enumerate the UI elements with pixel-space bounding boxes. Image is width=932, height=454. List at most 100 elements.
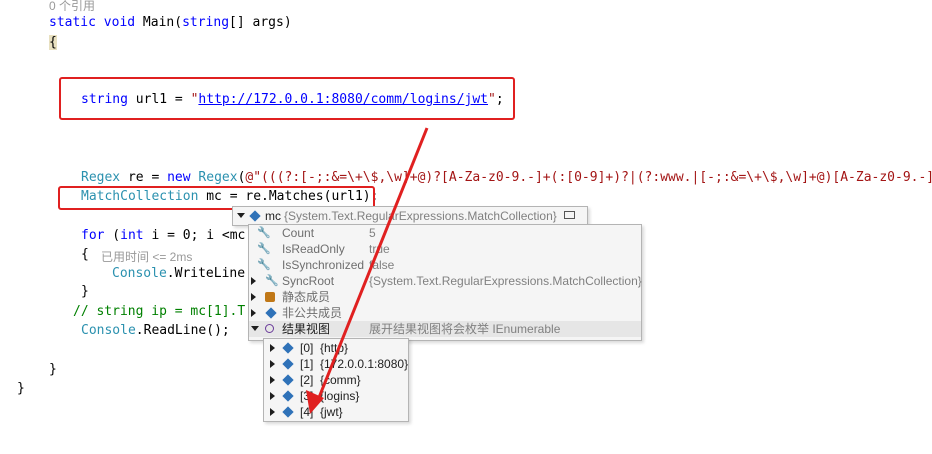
code-line-comment[interactable]: // string ip = mc[1].T (73, 304, 245, 320)
result-value: {http} (320, 341, 349, 355)
datatip-header[interactable]: mc {System.Text.RegularExpressions.Match… (232, 206, 588, 226)
result-index: [3] (300, 389, 314, 403)
match-object-icon (282, 406, 294, 418)
code-text: [] args) (229, 15, 292, 30)
member-row-issynchronized[interactable]: 🔧 IsSynchronized false (249, 257, 641, 273)
results-view-icon (265, 324, 274, 333)
member-name: SyncRoot (282, 274, 335, 288)
member-name: 非公共成员 (282, 306, 343, 320)
type-name: Console (81, 323, 136, 338)
wrench-icon: 🔧 (257, 227, 271, 239)
result-item[interactable]: [0] {http} (264, 340, 408, 356)
keyword: int (120, 228, 144, 243)
member-name: 结果视图 (282, 322, 331, 336)
regex-string: @"(((?:[-;:&=\+\$,\w]+@)?[A-Za-z0-9.-]+(… (245, 170, 932, 185)
member-name: 静态成员 (282, 290, 331, 304)
result-item[interactable]: [2] {comm} (264, 372, 408, 388)
member-row-nonpublic[interactable]: 非公共成员 (249, 305, 641, 321)
collapse-icon[interactable] (251, 326, 259, 331)
code-text: } (81, 284, 89, 299)
brace-highlight: { (49, 35, 57, 50)
annotation-box-url (59, 77, 515, 120)
code-line-main[interactable]: static void Main(string[] args) (49, 15, 292, 31)
match-object-icon (282, 342, 294, 354)
member-name: IsSynchronized (282, 258, 365, 272)
keyword: static void (49, 15, 136, 30)
result-index: [0] (300, 341, 314, 355)
result-value: {jwt} (320, 405, 343, 419)
code-line-open-brace[interactable]: { (49, 35, 57, 51)
type-name: Regex (198, 170, 238, 185)
code-line-brace2[interactable]: { (81, 247, 89, 263)
code-line-close1[interactable]: } (81, 284, 89, 300)
comment: // string ip = mc[1].T (73, 304, 246, 319)
codelens-references[interactable]: 0 个引用 (49, 0, 95, 14)
result-item[interactable]: [3] {logins} (264, 388, 408, 404)
results-view-list: [0] {http} [1] {172.0.0.1:8080} [2] {com… (263, 338, 409, 422)
code-text: i = 0; i <mc (143, 228, 246, 243)
result-value: {logins} (320, 389, 360, 403)
perftip-elapsed[interactable]: 已用时间 <= 2ms (101, 248, 192, 265)
code-line-for[interactable]: for (int i = 0; i <mc (81, 228, 245, 244)
member-row-static[interactable]: 静态成员 (249, 289, 641, 305)
member-value: false (369, 258, 395, 272)
member-row-syncroot[interactable]: 🔧 SyncRoot {System.Text.RegularExpressio… (249, 273, 642, 289)
static-members-icon (265, 292, 275, 302)
code-text: Main( (135, 15, 183, 30)
member-value: 5 (369, 226, 376, 240)
wrench-icon: 🔧 (257, 259, 271, 271)
member-row-count[interactable]: 🔧 Count 5 (249, 225, 641, 241)
member-value: {System.Text.RegularExpressions.MatchCol… (369, 274, 642, 288)
expand-icon[interactable] (270, 392, 275, 400)
code-line-regex[interactable]: Regex re = new Regex(@"(((?:[-;:&=\+\$,\… (81, 170, 932, 186)
code-text: ( (104, 228, 121, 243)
member-row-isreadonly[interactable]: 🔧 IsReadOnly true (249, 241, 641, 257)
code-text: } (17, 381, 25, 396)
code-line-readline[interactable]: Console.ReadLine(); (81, 323, 230, 339)
result-item[interactable]: [1] {172.0.0.1:8080} (264, 356, 408, 372)
type-name: Regex (81, 170, 121, 185)
code-line-close2[interactable]: } (49, 362, 57, 378)
code-text: re = (120, 170, 168, 185)
keyword: string (182, 15, 230, 30)
code-text: .ReadLine(); (135, 323, 230, 338)
code-text: } (49, 362, 57, 377)
match-object-icon (282, 390, 294, 402)
expand-icon[interactable] (270, 344, 275, 352)
result-index: [2] (300, 373, 314, 387)
member-value: 展开结果视图将会枚举 IEnumerable (369, 322, 561, 336)
expand-icon[interactable] (270, 376, 275, 384)
expand-icon[interactable] (251, 277, 256, 285)
keyword: new (167, 170, 191, 185)
expand-icon[interactable] (270, 360, 275, 368)
member-name: IsReadOnly (282, 242, 345, 256)
expand-icon[interactable] (251, 309, 256, 317)
code-text: .WriteLine (166, 266, 246, 281)
result-value: {172.0.0.1:8080} (320, 357, 409, 371)
variable-icon (249, 210, 261, 222)
wrench-icon: 🔧 (265, 275, 279, 287)
code-line-close3[interactable]: } (17, 381, 25, 397)
member-row-results-view[interactable]: 结果视图 展开结果视图将会枚举 IEnumerable (249, 321, 641, 337)
datatip-var-name: mc (265, 209, 281, 223)
result-value: {comm} (320, 373, 361, 387)
collapse-icon[interactable] (237, 213, 245, 218)
expand-icon[interactable] (251, 293, 256, 301)
result-item[interactable]: [4] {jwt} (264, 404, 408, 420)
datatip-members: 🔧 Count 5 🔧 IsReadOnly true 🔧 IsSynchron… (248, 224, 642, 341)
member-value: true (369, 242, 390, 256)
member-name: Count (282, 226, 315, 240)
keyword: for (81, 228, 105, 243)
datatip-var-value: {System.Text.RegularExpressions.MatchCol… (284, 209, 557, 223)
match-object-icon (282, 358, 294, 370)
nonpublic-members-icon (265, 307, 277, 319)
code-text: { (81, 247, 89, 262)
result-index: [4] (300, 405, 314, 419)
type-name: Console (112, 266, 167, 281)
match-object-icon (282, 374, 294, 386)
result-index: [1] (300, 357, 314, 371)
expand-icon[interactable] (270, 408, 275, 416)
code-line-console-writeline[interactable]: Console.WriteLine (112, 266, 245, 282)
wrench-icon: 🔧 (257, 243, 271, 255)
pin-icon[interactable] (564, 211, 575, 219)
